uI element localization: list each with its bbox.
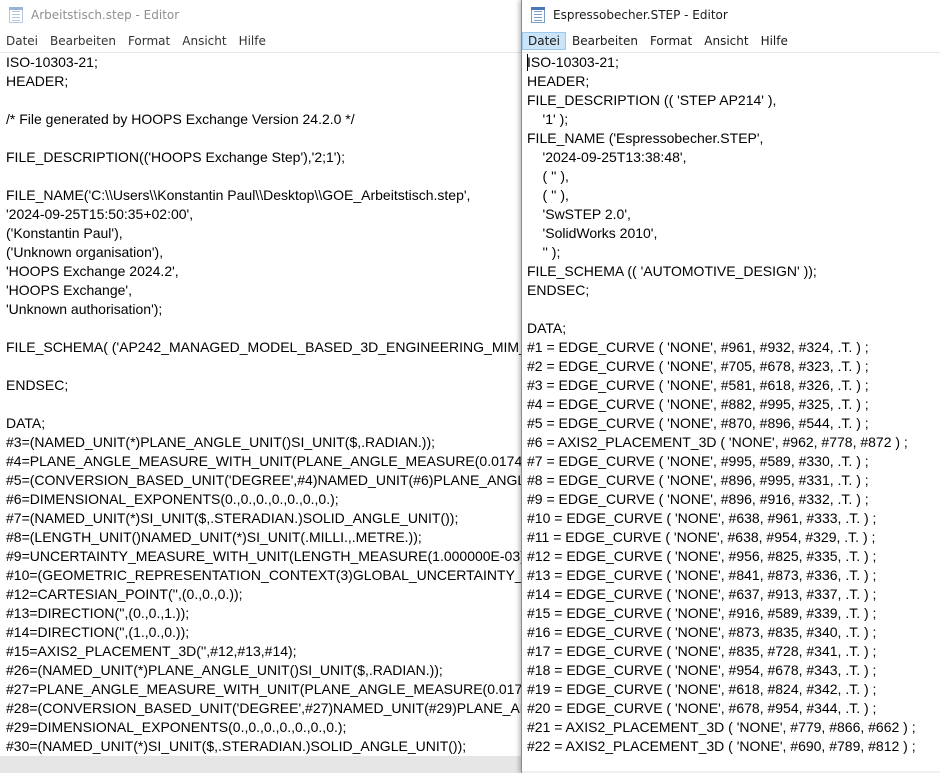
menu-bar: Datei Bearbeiten Format Ansicht Hilfe [522,30,940,53]
file-content[interactable]: ISO-10303-21; HEADER; FILE_DESCRIPTION (… [522,53,940,756]
title-bar[interactable]: Arbeitstisch.step - Editor [0,0,524,30]
menu-ansicht[interactable]: Ansicht [698,32,754,50]
notepad-icon [9,7,23,23]
notepad-icon [531,7,545,23]
editor-window-espressobecher[interactable]: Espressobecher.STEP - Editor Datei Bearb… [521,0,940,773]
editor-window-arbeitstisch[interactable]: Arbeitstisch.step - Editor Datei Bearbei… [0,0,524,773]
text-caret [527,54,528,71]
file-content[interactable]: ISO-10303-21; HEADER; /* File generated … [0,53,524,756]
title-bar[interactable]: Espressobecher.STEP - Editor [522,0,940,30]
menu-bearbeiten[interactable]: Bearbeiten [566,32,644,50]
text-editor-area[interactable]: ISO-10303-21; HEADER; /* File generated … [0,53,524,773]
menu-format[interactable]: Format [644,32,698,50]
window-title: Arbeitstisch.step - Editor [31,8,180,22]
menu-hilfe[interactable]: Hilfe [233,32,272,50]
text-editor-area[interactable]: ISO-10303-21; HEADER; FILE_DESCRIPTION (… [522,53,940,773]
menu-bearbeiten[interactable]: Bearbeiten [44,32,122,50]
menu-bar: Datei Bearbeiten Format Ansicht Hilfe [0,30,524,53]
menu-format[interactable]: Format [122,32,176,50]
menu-datei[interactable]: Datei [0,32,44,50]
horizontal-scrollbar[interactable] [0,756,524,773]
menu-datei[interactable]: Datei [522,32,567,50]
menu-ansicht[interactable]: Ansicht [176,32,232,50]
window-title: Espressobecher.STEP - Editor [553,8,728,22]
menu-hilfe[interactable]: Hilfe [755,32,794,50]
